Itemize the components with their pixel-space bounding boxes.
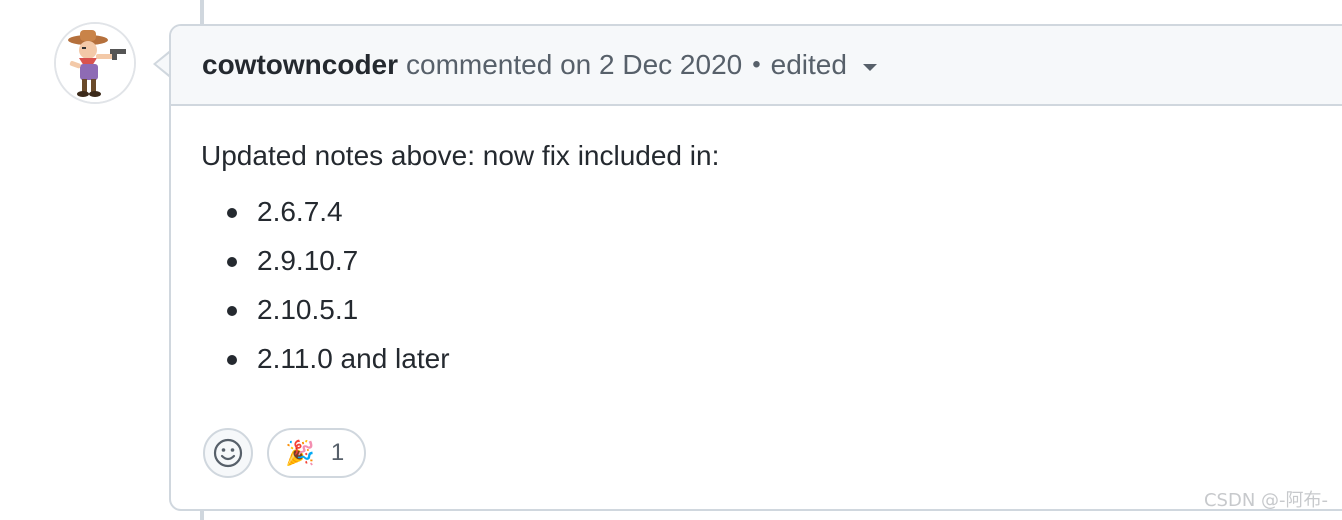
edited-label: edited [770, 49, 847, 80]
list-item: 2.10.5.1 [226, 292, 719, 341]
list-item: 2.6.7.4 [226, 194, 719, 243]
caret-down-icon [862, 63, 877, 71]
comment-header: cowtowncoder commented on 2 Dec 2020 • e… [171, 26, 1342, 106]
separator-dot: • [752, 51, 761, 78]
author-link[interactable]: cowtowncoder [202, 49, 398, 81]
smiley-icon [213, 438, 243, 468]
cowboy-avatar-icon [56, 24, 134, 102]
comment-body: Updated notes above: now fix included in… [201, 138, 719, 390]
add-reaction-button[interactable] [203, 428, 253, 478]
list-item: 2.9.10.7 [226, 243, 719, 292]
comment-timestamp[interactable]: commented on 2 Dec 2020 [406, 49, 742, 81]
version-list: 2.6.7.4 2.9.10.7 2.10.5.1 2.11.0 and lat… [201, 194, 719, 390]
avatar[interactable] [54, 22, 136, 104]
list-item: 2.11.0 and later [226, 341, 719, 390]
comment-intro: Updated notes above: now fix included in… [201, 140, 720, 171]
edited-dropdown[interactable]: edited [771, 49, 877, 81]
tada-icon: 🎉 [285, 439, 315, 467]
reaction-tada-button[interactable]: 🎉 1 [267, 428, 367, 478]
timeline-comment: cowtowncoder commented on 2 Dec 2020 • e… [0, 0, 1342, 520]
watermark: CSDN @-阿布- [1203, 490, 1328, 511]
reactions-bar: 🎉 1 [203, 428, 367, 478]
comment-box: cowtowncoder commented on 2 Dec 2020 • e… [169, 24, 1342, 511]
reaction-count: 1 [330, 439, 345, 466]
